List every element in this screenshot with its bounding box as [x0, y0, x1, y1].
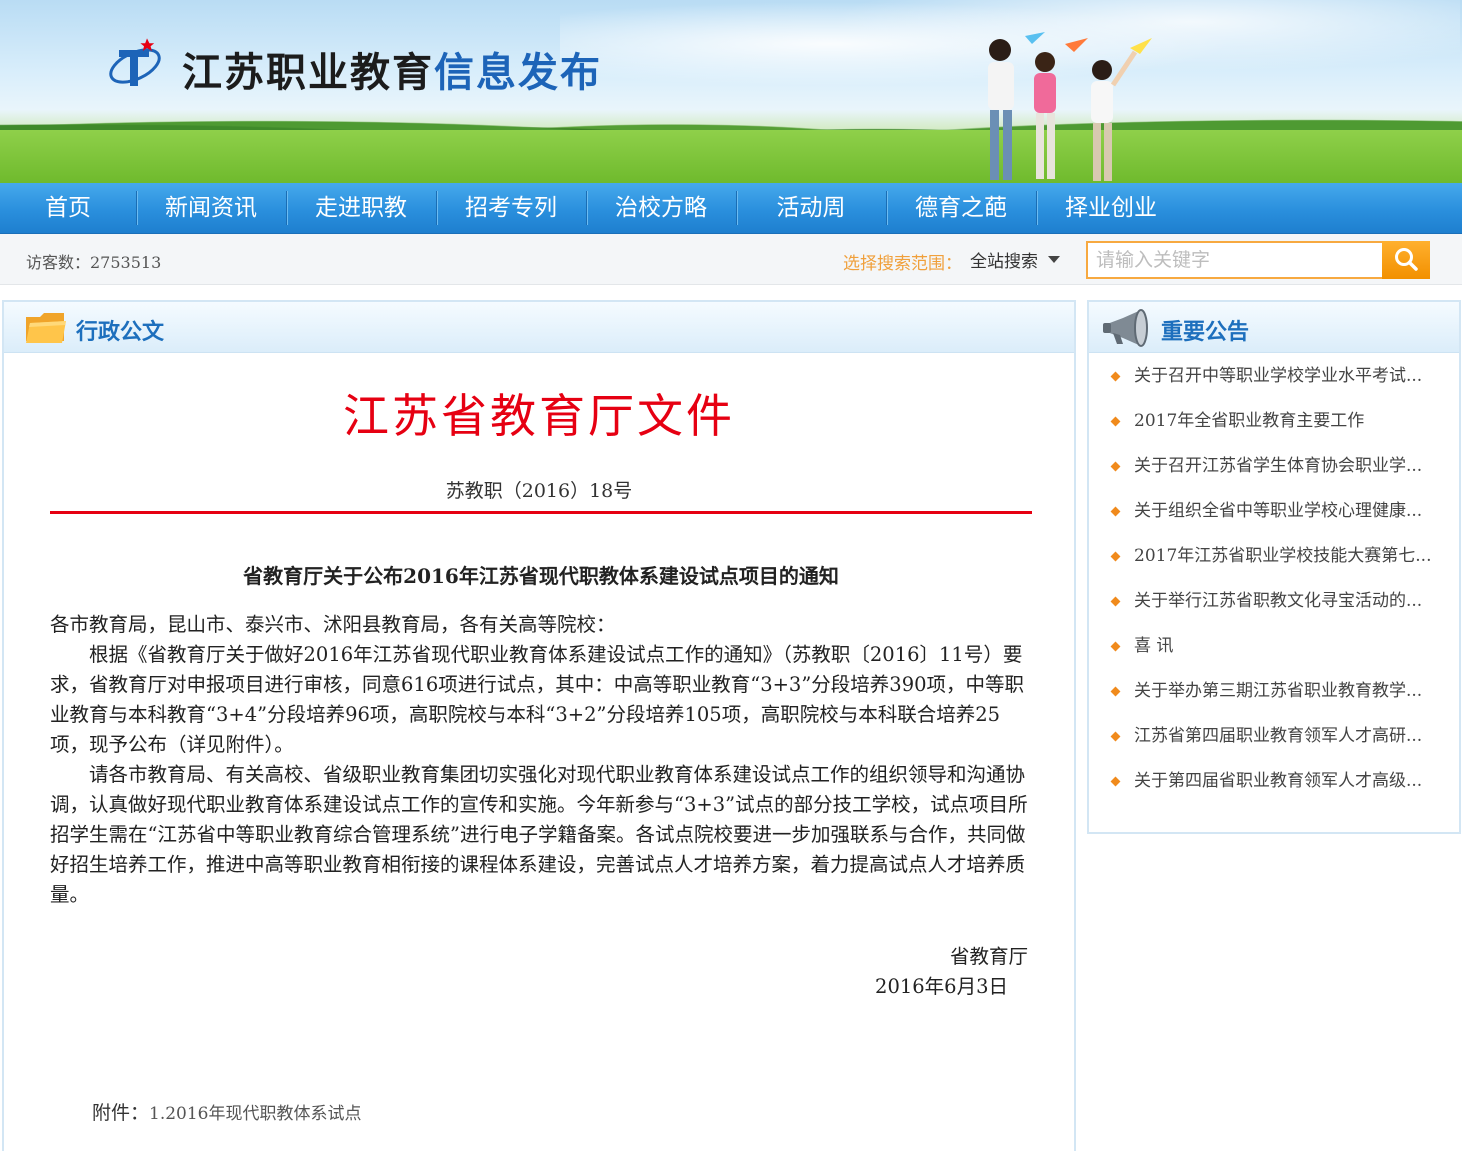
search-icon: [1395, 247, 1418, 271]
search-scope-label: 选择搜索范围：: [843, 254, 962, 274]
search-input[interactable]: [1086, 241, 1390, 279]
nav-divider: [136, 191, 138, 225]
list-item[interactable]: 关于第四届省职业教育领军人才高级...: [1089, 759, 1439, 804]
list-item-label: 关于召开江苏省学生体育协会职业学...: [1134, 456, 1423, 476]
list-item[interactable]: 喜 讯: [1089, 624, 1439, 669]
nav-divider: [1036, 191, 1038, 225]
bullet-icon: [1110, 776, 1121, 787]
site-title-main: 江苏职业教育: [182, 49, 434, 96]
nav-item-home[interactable]: 首页: [20, 183, 116, 233]
announcements-panel-title: 重要公告: [1161, 320, 1250, 345]
site-title-highlight: 信息发布: [434, 49, 602, 96]
nav-item-moral-education[interactable]: 德育之葩: [900, 183, 1022, 233]
signature-organization: 省教育厅: [949, 945, 1028, 968]
list-item-label: 2017年全省职业教育主要工作: [1134, 411, 1365, 431]
list-item[interactable]: 关于召开江苏省学生体育协会职业学...: [1089, 444, 1439, 489]
list-item[interactable]: 关于组织全省中等职业学校心理健康...: [1089, 489, 1439, 534]
banner-grass: [0, 130, 1462, 183]
main-nav: 首页 新闻资讯 走进职教 招考专列 治校方略 活动周 德育之葩 择业创业: [0, 183, 1462, 234]
bullet-icon: [1110, 551, 1121, 562]
list-item[interactable]: 2017年江苏省职业学校技能大赛第七...: [1089, 534, 1439, 579]
document-panel-header: 行政公文: [4, 302, 1074, 353]
nav-divider: [436, 191, 438, 225]
list-item[interactable]: 2017年全省职业教育主要工作: [1089, 399, 1439, 444]
attachment-link[interactable]: 1.2016年现代职教体系试点: [149, 1104, 361, 1124]
list-item[interactable]: 关于举办第三期江苏省职业教育教学...: [1089, 669, 1439, 714]
list-item-label: 喜 讯: [1134, 636, 1174, 656]
nav-item-careers[interactable]: 择业创业: [1050, 183, 1172, 233]
bullet-icon: [1110, 506, 1121, 517]
megaphone-icon: [1103, 309, 1148, 347]
red-divider: [50, 511, 1032, 514]
folder-icon: [26, 313, 66, 343]
document-panel: 行政公文 江苏省教育厅文件 苏教职（2016）18号 省教育厅关于公布2016年…: [2, 300, 1076, 1151]
list-item-label: 关于举办第三期江苏省职业教育教学...: [1134, 681, 1423, 701]
announcements-panel-header: 重要公告: [1089, 302, 1459, 353]
nav-item-activity-week[interactable]: 活动周: [750, 183, 872, 233]
list-item-label: 关于召开中等职业学校学业水平考试...: [1134, 366, 1423, 386]
bullet-icon: [1110, 596, 1121, 607]
bullet-icon: [1110, 416, 1121, 427]
bullet-icon: [1110, 461, 1121, 472]
nav-item-about[interactable]: 走进职教: [300, 183, 422, 233]
announcement-list: 关于召开中等职业学校学业水平考试... 2017年全省职业教育主要工作 关于召开…: [1089, 354, 1459, 804]
bullet-icon: [1110, 731, 1121, 742]
visitor-count: 访客数：2753513: [26, 253, 162, 272]
nav-divider: [736, 191, 738, 225]
document-body: 各市教育局，昆山市、泰兴市、沭阳县教育局，各有关高等院校： 根据《省教育厅关于做…: [50, 610, 1032, 910]
nav-divider: [886, 191, 888, 225]
announcements-panel: 重要公告 关于召开中等职业学校学业水平考试... 2017年全省职业教育主要工作…: [1087, 300, 1461, 834]
list-item-label: 关于第四届省职业教育领军人才高级...: [1134, 771, 1423, 791]
site-banner: 江苏职业教育信息发布: [0, 0, 1462, 183]
nav-item-admissions[interactable]: 招考专列: [450, 183, 572, 233]
search-scope-value: 全站搜索: [970, 252, 1038, 272]
logo-icon[interactable]: [105, 36, 169, 92]
attachment-label: 附件：: [92, 1102, 150, 1124]
document-number: 苏教职（2016）18号: [445, 480, 633, 502]
list-item[interactable]: 关于召开中等职业学校学业水平考试...: [1089, 354, 1439, 399]
document-salutation: 各市教育局，昆山市、泰兴市、沭阳县教育局，各有关高等院校：: [50, 613, 616, 636]
bullet-icon: [1110, 641, 1121, 652]
document-paragraph: 根据《省教育厅关于做好2016年江苏省现代职业教育体系建设试点工作的通知》（苏教…: [50, 643, 1025, 756]
search-button[interactable]: [1382, 241, 1430, 279]
document-paragraph: 请各市教育局、有关高校、省级职业教育集团切实强化对现代职业教育体系建设试点工作的…: [50, 763, 1028, 906]
signature-date: 2016年6月3日: [875, 975, 1008, 998]
list-item[interactable]: 关于举行江苏省职教文化寻宝活动的...: [1089, 579, 1439, 624]
document-panel-title: 行政公文: [76, 320, 165, 345]
attachment: 附件：1.2016年现代职教体系试点: [92, 1098, 362, 1125]
list-item-label: 关于举行江苏省职教文化寻宝活动的...: [1134, 591, 1423, 611]
site-title: 江苏职业教育信息发布: [182, 40, 602, 98]
info-search-bar: 访客数：2753513 选择搜索范围： 全站搜索: [0, 234, 1462, 285]
nav-item-news[interactable]: 新闻资讯: [150, 183, 272, 233]
dropdown-arrow-icon: [1048, 256, 1060, 263]
list-item-label: 关于组织全省中等职业学校心理健康...: [1134, 501, 1423, 521]
nav-divider: [586, 191, 588, 225]
list-item-label: 江苏省第四届职业教育领军人才高研...: [1134, 726, 1423, 746]
list-item-label: 2017年江苏省职业学校技能大赛第七...: [1134, 546, 1432, 566]
bullet-icon: [1110, 686, 1121, 697]
search-scope-select[interactable]: 全站搜索: [970, 247, 1062, 273]
banner-people-illustration: [988, 32, 1152, 181]
bullet-icon: [1110, 371, 1121, 382]
nav-item-governance[interactable]: 治校方略: [600, 183, 722, 233]
nav-divider: [286, 191, 288, 225]
document-subject: 省教育厅关于公布2016年江苏省现代职教体系建设试点项目的通知: [243, 564, 839, 588]
list-item[interactable]: 江苏省第四届职业教育领军人才高研...: [1089, 714, 1439, 759]
document-header: 江苏省教育厅文件: [343, 389, 735, 443]
